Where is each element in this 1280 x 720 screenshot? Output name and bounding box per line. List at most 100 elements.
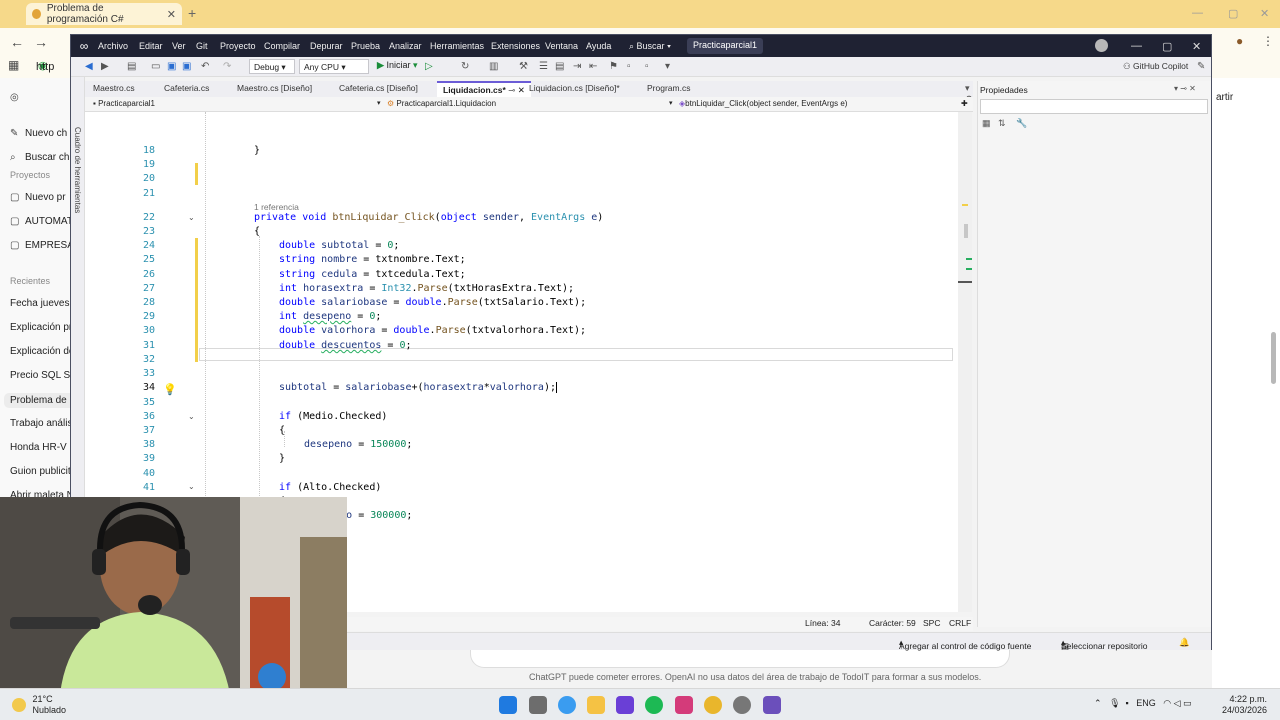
project-item[interactable]: ▢ Nuevo pr <box>10 192 66 203</box>
toolbox-tab[interactable]: Cuadro de herramientas <box>73 127 82 213</box>
menu-editar[interactable]: Editar <box>139 41 163 51</box>
navigate-back-icon[interactable]: ◀ <box>85 61 93 72</box>
vs-account-avatar[interactable] <box>1095 39 1108 52</box>
menu-ventana[interactable]: Ventana <box>545 41 578 51</box>
tab-program-cs[interactable]: Program.cs <box>647 83 690 93</box>
vs-maximize-icon[interactable]: ▢ <box>1162 40 1172 53</box>
spotify-icon[interactable] <box>645 696 663 714</box>
vs-close-icon[interactable]: ✕ <box>1192 40 1201 53</box>
chatgpt-input-box[interactable] <box>470 648 1010 668</box>
alphabetical-icon[interactable]: ⇅ <box>998 118 1006 129</box>
browser-maximize-icon[interactable]: ▢ <box>1228 7 1238 20</box>
tray-chevron-icon[interactable]: ⌃ <box>1094 698 1102 708</box>
line-ending[interactable]: CRLF <box>949 618 971 628</box>
tab-cafeteria-cs[interactable]: Cafeteria.cs <box>164 83 209 93</box>
indent-icon[interactable]: ⇥ <box>573 61 581 72</box>
outdent-icon[interactable]: ⇤ <box>589 61 597 72</box>
toolbar-overflow-icon[interactable]: ▾ <box>665 61 670 72</box>
menu-ver[interactable]: Ver <box>172 41 186 51</box>
profile-avatar-icon[interactable]: ● <box>1236 34 1243 48</box>
panel-controls-icon[interactable]: ▾ ⊸ ✕ <box>1174 84 1196 93</box>
notifications-icon[interactable]: 🔔 <box>1179 637 1190 648</box>
config-select[interactable]: Debug ▾ <box>249 59 295 74</box>
back-icon[interactable]: ← <box>10 34 24 50</box>
recent-chat-item[interactable]: Explicación de <box>10 346 70 357</box>
tab-maestro-cs[interactable]: Maestro.cs <box>93 83 135 93</box>
menu-extensiones[interactable]: Extensiones <box>491 41 540 51</box>
recent-chat-item[interactable]: Explicación pr <box>10 322 70 333</box>
recent-chat-item[interactable]: Honda HR-V r <box>10 442 70 453</box>
hot-reload-icon[interactable]: ↻ <box>461 61 469 72</box>
pin-icon[interactable]: ⊸ <box>508 85 515 95</box>
lightbulb-icon[interactable]: 💡 <box>163 383 177 396</box>
recent-chat-item[interactable]: Trabajo anális <box>10 418 70 429</box>
vs-search-box[interactable]: ⌕ Buscar ▾ <box>629 41 671 52</box>
start-without-debug-icon[interactable]: ▷ <box>425 61 433 72</box>
start-button[interactable]: ▶ Iniciar ▾ <box>377 60 417 71</box>
chrome-icon[interactable] <box>704 696 722 714</box>
align-icon[interactable]: ☰ <box>539 61 548 72</box>
visual-studio-taskbar-icon[interactable] <box>763 696 781 714</box>
project-dropdown[interactable]: ▪ Practicaparcial1 <box>89 98 377 111</box>
new-tab-button[interactable]: + <box>188 5 196 21</box>
project-item[interactable]: ▢ EMPRESA <box>10 240 70 251</box>
tab-liquidacion-cs[interactable]: Liquidacion.cs* ⊸ ✕ <box>437 81 531 97</box>
forward-icon[interactable]: → <box>34 34 48 50</box>
caret-line[interactable]: Línea: 34 <box>805 618 840 628</box>
language-indicator[interactable]: ENG <box>1136 698 1156 708</box>
fold-chevron-icon[interactable]: ⌄ <box>188 412 195 421</box>
chatgpt-logo[interactable]: ◎ <box>10 92 25 103</box>
menu-analizar[interactable]: Analizar <box>389 41 422 51</box>
save-icon[interactable]: ▣ <box>167 61 176 72</box>
categorized-icon[interactable]: ▦ <box>982 118 991 129</box>
recent-chat-item-active[interactable]: Problema de p <box>4 393 70 408</box>
lock-icon[interactable]: ▪ <box>1126 698 1129 708</box>
vs-minimize-icon[interactable]: — <box>1131 40 1142 52</box>
uncomment-icon[interactable]: ▫ <box>645 61 649 72</box>
menu-prueba[interactable]: Prueba <box>351 41 380 51</box>
caret-char[interactable]: Carácter: 59 <box>869 618 916 628</box>
menu-compilar[interactable]: Compilar <box>264 41 300 51</box>
property-pages-icon[interactable]: 🔧 <box>1016 118 1027 129</box>
search-chat-item[interactable]: ⌕ Buscar ch <box>10 152 69 163</box>
fold-chevron-icon[interactable]: ⌄ <box>188 482 195 491</box>
clock[interactable]: 4:22 p.m. 24/03/2026 <box>1222 694 1267 716</box>
start-menu-icon[interactable] <box>499 696 517 714</box>
wifi-icon[interactable]: ◠ <box>1163 698 1171 708</box>
task-view-icon[interactable] <box>529 696 547 714</box>
recent-chat-item[interactable]: Guion publicit <box>10 466 70 477</box>
file-explorer-icon[interactable] <box>587 696 605 714</box>
bookmark-link[interactable]: http <box>36 61 54 73</box>
recent-chat-item[interactable]: Precio SQL Se <box>10 370 70 381</box>
properties-object-select[interactable] <box>980 99 1208 114</box>
apps-grid-icon[interactable]: ▦ <box>8 58 19 72</box>
battery-icon[interactable]: ▭ <box>1183 698 1192 708</box>
volume-icon[interactable]: ◁ <box>1174 698 1181 708</box>
tab-close-icon[interactable]: ✕ <box>167 8 176 21</box>
menu-proyecto[interactable]: Proyecto <box>220 41 256 51</box>
browser-menu-icon[interactable]: ⋮ <box>1262 34 1274 48</box>
tab-cafeteria-design[interactable]: Cafeteria.cs [Diseño] <box>339 83 418 93</box>
browser-close-icon[interactable]: ✕ <box>1260 7 1269 20</box>
menu-depurar[interactable]: Depurar <box>310 41 343 51</box>
github-copilot-button[interactable]: ⚇ GitHub Copilot <box>1123 61 1188 72</box>
share-button[interactable]: artir <box>1216 92 1233 103</box>
select-repository-button[interactable]: ▤ Seleccionar repositorio ▴ <box>1061 637 1147 651</box>
app-icon[interactable] <box>616 696 634 714</box>
redo-icon[interactable]: ↷ <box>223 61 231 72</box>
comment-icon[interactable]: ▫ <box>627 61 631 72</box>
project-item[interactable]: ▢ AUTOMAT <box>10 216 70 227</box>
tab-maestro-design[interactable]: Maestro.cs [Diseño] <box>237 83 312 93</box>
format-icon[interactable]: ▤ <box>555 61 564 72</box>
new-project-icon[interactable]: ▤ <box>127 61 136 72</box>
bookmark-icon[interactable]: ⚑ <box>609 61 618 72</box>
browser-tab[interactable]: Problema de programación C# ✕ <box>26 3 182 25</box>
fold-chevron-icon[interactable]: ⌄ <box>188 213 195 222</box>
menu-archivo[interactable]: Archivo <box>98 41 128 51</box>
recent-chat-item[interactable]: Fecha jueves 2 <box>10 298 70 309</box>
microphone-icon[interactable]: 🎙 <box>1109 698 1120 708</box>
member-dropdown[interactable]: ◈btnLiquidar_Click(object sender, EventA… <box>675 98 965 111</box>
system-tray[interactable]: ⌃ 🎙 ▪ ENG ◠ ◁ ▭ <box>1094 698 1192 709</box>
settings-taskbar-icon[interactable] <box>733 696 751 714</box>
menu-herramientas[interactable]: Herramientas <box>430 41 484 51</box>
